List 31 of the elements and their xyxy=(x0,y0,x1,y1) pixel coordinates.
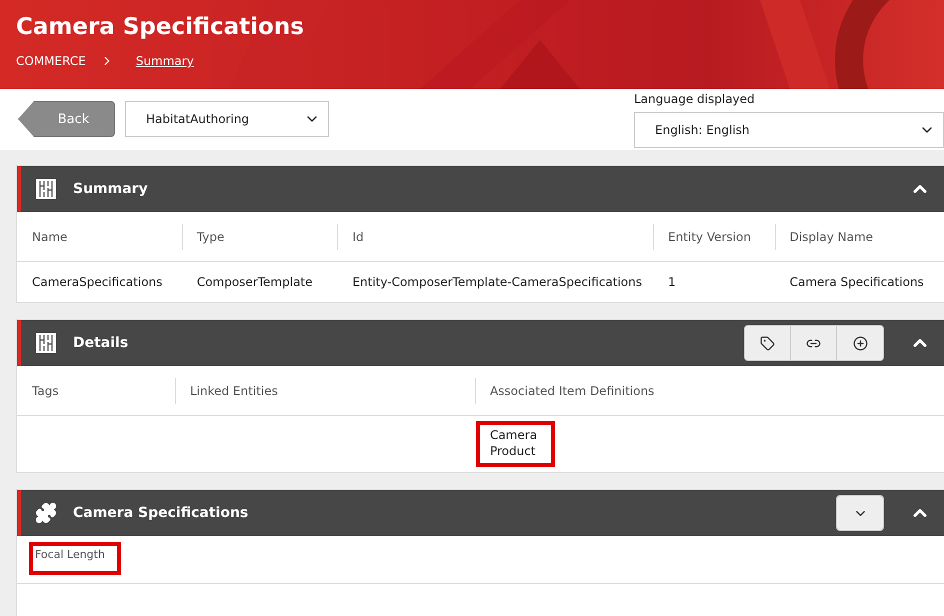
column-header: Name xyxy=(32,228,68,246)
page-title: Camera Specifications xyxy=(16,14,305,40)
panel-title: Camera Specifications xyxy=(73,505,250,521)
grid-icon xyxy=(35,178,57,200)
highlighted-field-label: Focal Length xyxy=(29,542,121,575)
column-header: Display Name xyxy=(774,224,874,250)
column-header: Associated Item Definitions xyxy=(474,378,654,404)
highlighted-cell: Camera Product xyxy=(476,421,556,467)
table-cell: Camera Specifications xyxy=(790,274,924,290)
panel-title: Summary xyxy=(73,181,149,197)
column-header: Linked Entities xyxy=(174,378,278,404)
back-button[interactable]: Back xyxy=(18,101,115,137)
tag-button[interactable] xyxy=(745,326,791,360)
tag-icon xyxy=(760,336,775,350)
catalog-select[interactable]: HabitatAuthoring xyxy=(125,101,329,137)
table-cell: 1 xyxy=(668,274,676,290)
breadcrumb-link[interactable]: COMMERCE xyxy=(16,54,86,68)
language-label: Language displayed xyxy=(634,92,756,106)
language-select[interactable]: English: English xyxy=(634,112,944,148)
table-cell: Entity-ComposerTemplate-CameraSpecifications xyxy=(352,274,642,290)
add-icon xyxy=(852,336,868,350)
breadcrumb-link[interactable]: Summary xyxy=(136,54,194,68)
grid-icon xyxy=(35,332,57,354)
column-header: Entity Version xyxy=(652,224,751,250)
table-cell: ComposerTemplate xyxy=(196,274,313,290)
table-cell: CameraSpecifications xyxy=(32,274,162,290)
panel-title: Details xyxy=(73,335,130,351)
column-header: Id xyxy=(337,224,364,250)
column-header: Tags xyxy=(32,382,59,400)
puzzle-icon xyxy=(35,502,57,524)
column-header: Type xyxy=(182,224,224,250)
